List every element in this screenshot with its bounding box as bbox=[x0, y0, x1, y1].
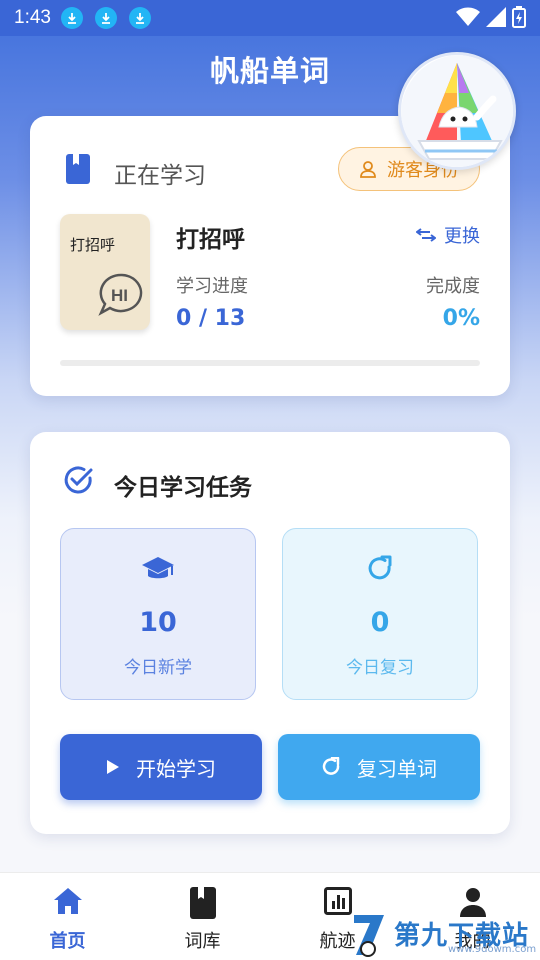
switch-book-button[interactable]: 更换 bbox=[416, 222, 480, 248]
play-icon bbox=[107, 760, 119, 774]
progress-bar bbox=[60, 360, 480, 366]
chart-icon bbox=[323, 887, 352, 915]
review-words-button-label: 复习单词 bbox=[357, 758, 437, 781]
switch-book-label: 更换 bbox=[444, 226, 480, 247]
download-notification-icon bbox=[60, 7, 83, 29]
check-circle-icon bbox=[64, 466, 93, 494]
book-cover-label: 打招呼 bbox=[70, 236, 116, 254]
watermark-url: www.9dowm.com bbox=[448, 944, 537, 955]
battery-icon bbox=[512, 6, 526, 28]
watermark-logo-icon bbox=[354, 915, 384, 957]
wifi-icon bbox=[456, 7, 480, 26]
nav-label-wordbank: 词库 bbox=[184, 931, 221, 952]
nav-label-home: 首页 bbox=[49, 931, 86, 952]
site-watermark: 第九下载站 www.9dowm.com bbox=[350, 906, 540, 960]
start-learning-label: 开始学习 bbox=[136, 758, 216, 781]
svg-text:HI: HI bbox=[111, 286, 128, 305]
download-notification-icon bbox=[94, 7, 117, 29]
user-outline-icon bbox=[360, 161, 376, 178]
book-name: 打招呼 bbox=[176, 227, 245, 253]
daily-task-card: 今日学习任务 10 今日新学 0 今日复习 开始学习 复习单词 bbox=[30, 432, 510, 834]
book-icon bbox=[66, 154, 90, 184]
refresh-icon bbox=[368, 555, 392, 580]
completion-label: 完成度 bbox=[426, 276, 480, 297]
current-learning-title: 正在学习 bbox=[114, 163, 206, 189]
review-words-stat[interactable]: 0 今日复习 bbox=[282, 528, 478, 700]
progress-label: 学习进度 bbox=[176, 276, 248, 297]
bookmark-book-icon bbox=[189, 887, 216, 919]
nav-item-home[interactable]: 首页 bbox=[0, 873, 135, 960]
sailboat-mascot-avatar[interactable] bbox=[398, 52, 516, 170]
review-words-count: 0 bbox=[370, 607, 390, 638]
progress-value: 0 / 13 bbox=[176, 306, 246, 331]
swap-arrows-icon bbox=[416, 228, 436, 242]
signal-icon bbox=[486, 7, 506, 27]
download-notification-icon bbox=[128, 7, 151, 29]
start-learning-button[interactable]: 开始学习 bbox=[60, 734, 262, 800]
review-words-label: 今日复习 bbox=[346, 658, 414, 678]
new-words-label: 今日新学 bbox=[124, 658, 192, 678]
hi-speech-bubble-icon: HI bbox=[98, 273, 143, 316]
home-icon bbox=[53, 888, 82, 914]
book-cover[interactable]: 打招呼 HI bbox=[60, 214, 150, 330]
nav-item-wordbank[interactable]: 词库 bbox=[135, 873, 270, 960]
review-words-button[interactable]: 复习单词 bbox=[278, 734, 480, 800]
status-time: 1:43 bbox=[14, 7, 51, 28]
new-words-stat[interactable]: 10 今日新学 bbox=[60, 528, 256, 700]
status-bar: 1:43 bbox=[0, 0, 540, 36]
graduation-cap-icon bbox=[142, 557, 174, 579]
completion-value: 0% bbox=[442, 306, 480, 331]
new-words-count: 10 bbox=[139, 607, 177, 638]
daily-task-title: 今日学习任务 bbox=[114, 475, 252, 501]
refresh-icon bbox=[322, 757, 340, 775]
